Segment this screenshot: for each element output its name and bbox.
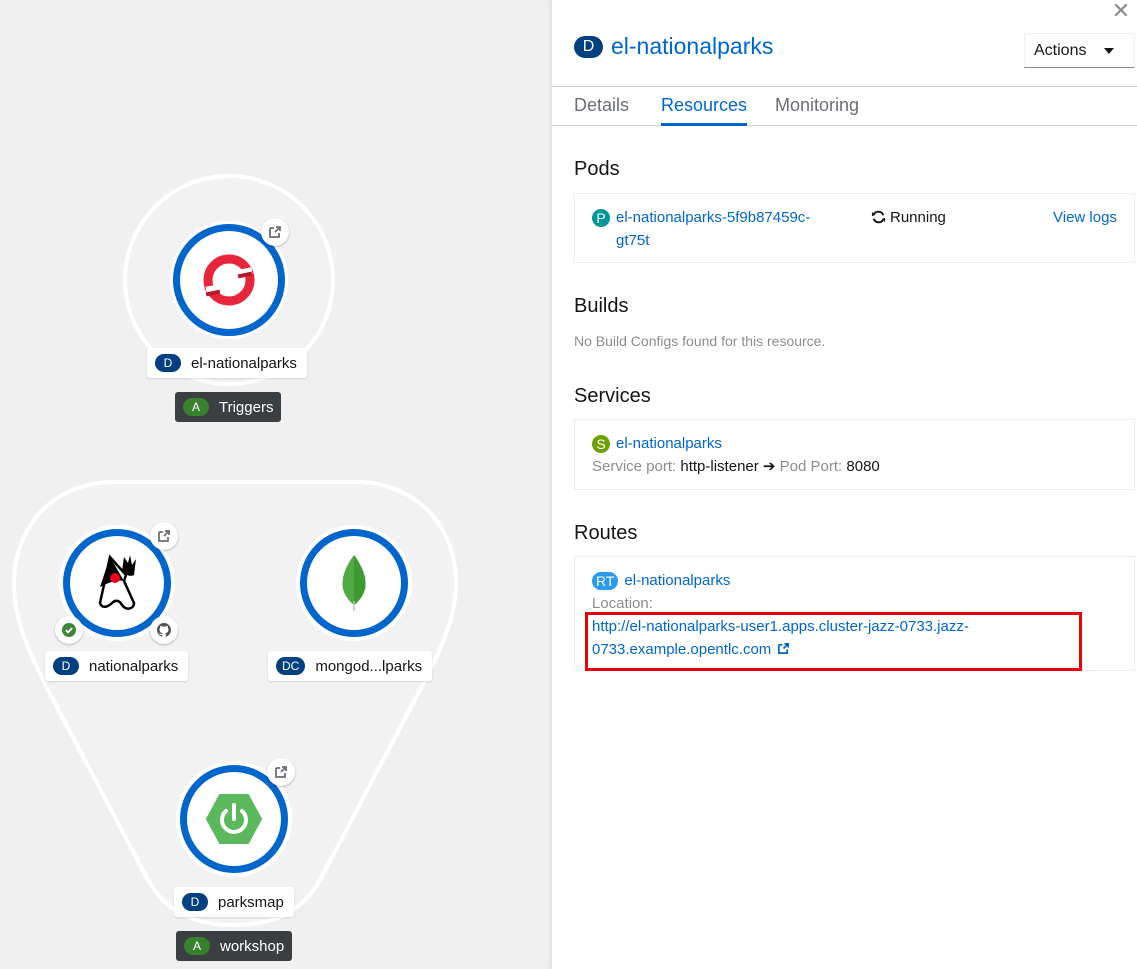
pod-port-label: Pod Port: bbox=[779, 458, 843, 475]
builds-section-title: Builds bbox=[574, 295, 629, 317]
mongodb-leaf-icon bbox=[342, 555, 366, 611]
topology-canvas[interactable]: D el-nationalparks A Triggers D national… bbox=[0, 0, 552, 969]
pod-status: Running bbox=[871, 206, 946, 229]
spring-boot-icon bbox=[206, 794, 262, 844]
topology-node-mongodb-nationalparks[interactable] bbox=[296, 525, 412, 641]
deployment-badge: D bbox=[182, 893, 208, 911]
pods-section-title: Pods bbox=[574, 158, 620, 180]
pods-card: Pel-nationalparks-5f9b87459c-gt75t Runni… bbox=[574, 193, 1135, 263]
builds-empty-text: No Build Configs found for this resource… bbox=[574, 333, 826, 349]
tab-resources[interactable]: Resources bbox=[661, 95, 748, 126]
service-badge: S bbox=[592, 435, 610, 454]
openshift-pipelines-icon bbox=[203, 254, 255, 306]
pod-status-text: Running bbox=[890, 209, 946, 226]
route-name-link[interactable]: el-nationalparks bbox=[624, 572, 730, 589]
deployment-badge: D bbox=[53, 657, 79, 675]
resource-name-link[interactable]: el-nationalparks bbox=[611, 33, 773, 60]
application-label-workshop[interactable]: A workshop bbox=[176, 931, 293, 961]
sync-icon bbox=[871, 210, 886, 224]
open-url-decorator[interactable] bbox=[150, 522, 178, 550]
route-badge: RT bbox=[592, 572, 619, 591]
node-label-nationalparks[interactable]: D nationalparks bbox=[45, 651, 189, 681]
routes-card: RT el-nationalparks Location: http://el-n… bbox=[574, 556, 1135, 671]
application-badge: A bbox=[184, 937, 210, 955]
service-port-label: Service port: bbox=[592, 458, 677, 475]
route-url-link[interactable]: http://el-nationalparks-user1.apps.clust… bbox=[592, 618, 969, 658]
node-label-el-nationalparks[interactable]: D el-nationalparks bbox=[147, 348, 307, 378]
pod-badge: P bbox=[592, 209, 610, 228]
open-url-decorator[interactable] bbox=[267, 758, 295, 786]
pod-name-link[interactable]: el-nationalparks-5f9b87459c-gt75t bbox=[592, 209, 810, 249]
application-name: Triggers bbox=[219, 398, 274, 416]
route-row: RT el-nationalparks Location: http://el-n… bbox=[592, 569, 969, 661]
open-url-decorator[interactable] bbox=[261, 218, 289, 246]
deployment-badge: D bbox=[155, 354, 181, 372]
resource-side-panel: ✕ D el-nationalparks Actions Details Res… bbox=[552, 0, 1137, 969]
node-name: el-nationalparks bbox=[191, 354, 297, 372]
node-name: parksmap bbox=[218, 893, 284, 911]
actions-label: Actions bbox=[1034, 41, 1087, 59]
open-url-icon bbox=[269, 226, 281, 238]
external-link-icon bbox=[778, 643, 790, 654]
services-section-title: Services bbox=[574, 385, 651, 407]
node-label-parksmap[interactable]: D parksmap bbox=[174, 887, 294, 917]
open-url-icon bbox=[158, 530, 170, 542]
service-name-link[interactable]: el-nationalparks bbox=[616, 435, 722, 452]
build-success-icon bbox=[62, 623, 76, 637]
actions-dropdown[interactable]: Actions bbox=[1024, 33, 1135, 68]
view-logs-link[interactable]: View logs bbox=[1053, 206, 1117, 229]
open-url-icon bbox=[275, 766, 287, 778]
panel-tabs: Details Resources Monitoring bbox=[552, 86, 1137, 126]
routes-section-title: Routes bbox=[574, 522, 638, 544]
pod-row: Pel-nationalparks-5f9b87459c-gt75t bbox=[592, 206, 810, 252]
service-port-value: http-listener bbox=[680, 458, 759, 475]
node-name: nationalparks bbox=[89, 657, 179, 675]
source-repo-decorator[interactable] bbox=[150, 616, 178, 644]
tab-details[interactable]: Details bbox=[574, 95, 629, 126]
location-label: Location: bbox=[592, 595, 653, 612]
deployment-badge: D bbox=[574, 35, 603, 58]
services-card: Sel-nationalparks Service port: http-lis… bbox=[574, 419, 1135, 490]
node-label-mongodb-nationalparks[interactable]: DC mongod...lparks bbox=[268, 651, 433, 681]
node-name: mongod...lparks bbox=[315, 657, 423, 675]
deploymentconfig-badge: DC bbox=[276, 657, 306, 675]
java-duke-icon bbox=[98, 554, 136, 610]
application-name: workshop bbox=[220, 937, 285, 955]
service-row: Sel-nationalparks Service port: http-lis… bbox=[592, 432, 880, 478]
caret-down-icon bbox=[1104, 48, 1114, 54]
arrow-right-icon: ➔ bbox=[762, 458, 776, 475]
close-icon: ✕ bbox=[1111, 0, 1131, 23]
panel-title: D el-nationalparks bbox=[574, 33, 773, 60]
pod-port-value: 8080 bbox=[846, 458, 880, 475]
github-icon bbox=[157, 623, 171, 637]
application-badge: A bbox=[183, 398, 209, 416]
build-status-decorator[interactable] bbox=[55, 616, 83, 644]
application-label-triggers[interactable]: A Triggers bbox=[175, 392, 282, 422]
close-panel-button[interactable]: ✕ bbox=[1109, 0, 1133, 24]
tab-monitoring[interactable]: Monitoring bbox=[775, 95, 859, 126]
